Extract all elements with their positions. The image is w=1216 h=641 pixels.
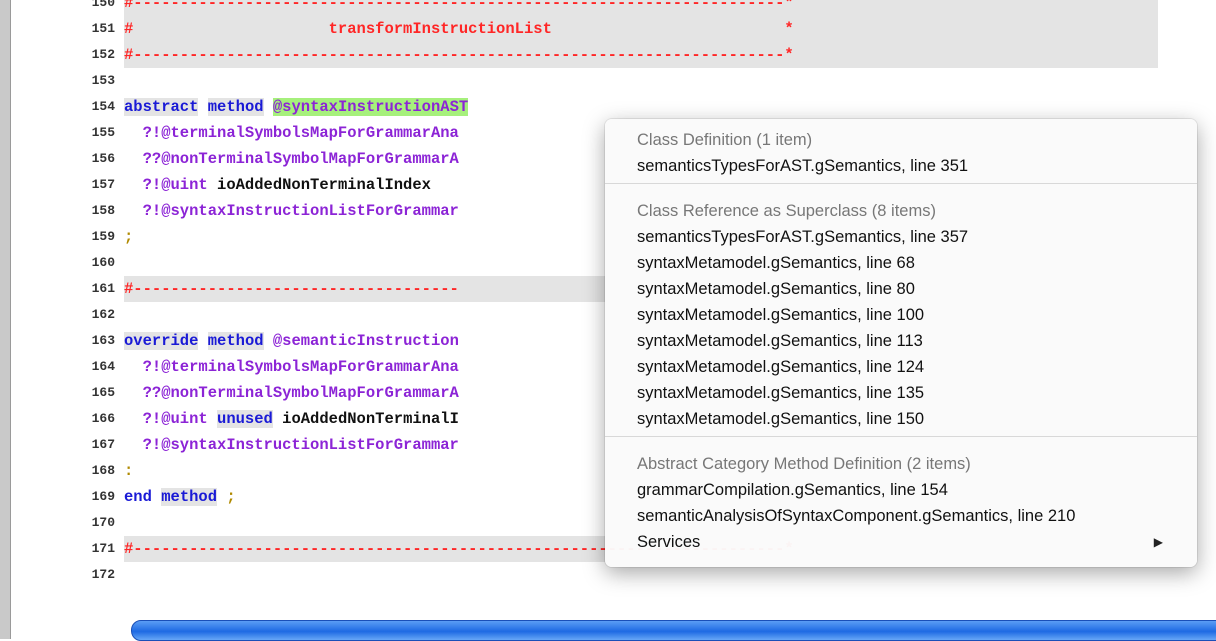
code-text: ??@nonTerminalSymbolMapForGrammarA (124, 146, 459, 172)
line-number: 172 (91, 567, 115, 582)
services-label: Services (637, 533, 701, 551)
code-token: : (124, 462, 134, 480)
menu-item[interactable]: semanticsTypesForAST.gSemantics, line 35… (637, 153, 968, 179)
code-token: ?!@terminalSymbolsMapForGrammarAna (124, 358, 459, 376)
menu-item[interactable]: syntaxMetamodel.gSemantics, line 100 (637, 302, 924, 328)
line-number: 154 (91, 99, 115, 114)
line-number: 153 (91, 73, 115, 88)
code-token: method (207, 332, 264, 350)
menu-item[interactable]: syntaxMetamodel.gSemantics, line 113 (637, 328, 923, 354)
code-token: override (124, 332, 199, 350)
menu-separator (605, 183, 1197, 184)
menu-item[interactable]: syntaxMetamodel.gSemantics, line 135 (637, 380, 924, 406)
menu-section-header: Abstract Category Method Definition (2 i… (637, 455, 971, 473)
services-menu-item[interactable]: Services ▶ (637, 529, 1181, 555)
code-text: ?!@syntaxInstructionListForGrammar (124, 432, 459, 458)
line-number: 163 (91, 333, 115, 348)
line-number: 165 (91, 385, 115, 400)
line-number: 156 (91, 151, 115, 166)
horizontal-scrollbar-thumb[interactable] (131, 620, 1216, 641)
code-token: unused (217, 410, 273, 428)
comment-text: #---------------------------------------… (124, 0, 794, 12)
line-number: 155 (91, 125, 115, 140)
menu-section-header: Class Reference as Superclass (8 items) (637, 202, 936, 220)
code-line[interactable]: 151 # transformInstructionList * (11, 16, 1216, 42)
line-number: 152 (91, 47, 115, 62)
code-text: #---------------------------------------… (124, 42, 794, 68)
line-number: 159 (91, 229, 115, 244)
code-text: ?!@terminalSymbolsMapForGrammarAna (124, 354, 459, 380)
window-left-edge (0, 0, 11, 639)
code-text: abstract method @syntaxInstructionAST (124, 94, 469, 120)
code-text: ?!@terminalSymbolsMapForGrammarAna (124, 120, 459, 146)
code-token: ioAddedNonTerminalI (272, 410, 459, 428)
line-number: 158 (91, 203, 115, 218)
code-token: ; (124, 228, 134, 246)
menu-item[interactable]: grammarCompilation.gSemantics, line 154 (637, 477, 948, 503)
comment-text: #---------------------------------------… (124, 46, 794, 64)
line-number: 169 (91, 489, 115, 504)
code-token: end (124, 488, 152, 506)
line-number: 166 (91, 411, 115, 426)
code-text: ?!@uint ioAddedNonTerminalIndex (124, 172, 431, 198)
code-text: : (124, 458, 133, 484)
line-number: 162 (91, 307, 115, 322)
code-token: ?!@uint (124, 410, 208, 428)
code-text: ??@nonTerminalSymbolMapForGrammarA (124, 380, 459, 406)
code-text: end method ; (124, 484, 236, 510)
line-number: 171 (91, 541, 115, 556)
code-line[interactable]: 150 #------------------------------------… (11, 0, 1216, 16)
code-token: @semanticInstruction (263, 332, 459, 350)
line-number: 150 (91, 0, 115, 10)
code-text: ?!@uint unused ioAddedNonTerminalI (124, 406, 459, 432)
code-text: override method @semanticInstruction (124, 328, 459, 354)
line-number: 157 (91, 177, 115, 192)
code-token: ??@nonTerminalSymbolMapForGrammarA (124, 384, 459, 402)
line-number: 151 (91, 21, 115, 36)
code-token: ioAddedNonTerminalIndex (207, 176, 431, 194)
code-token: ; (226, 488, 236, 506)
triangle-right-icon: ▶ (1153, 535, 1163, 549)
menu-separator (605, 436, 1197, 437)
code-token: method (207, 98, 264, 116)
line-number: 168 (91, 463, 115, 478)
menu-section-header: Class Definition (1 item) (637, 131, 813, 149)
code-token: ?!@syntaxInstructionListForGrammar (124, 436, 459, 454)
code-token: abstract (124, 98, 199, 116)
line-number: 161 (91, 281, 115, 296)
line-number: 170 (91, 515, 115, 530)
code-line[interactable]: 153 (11, 68, 1216, 94)
code-token: ?!@uint (124, 176, 208, 194)
code-text: #---------------------------------------… (124, 0, 794, 16)
menu-item[interactable]: semanticAnalysisOfSyntaxComponent.gSeman… (637, 503, 1075, 529)
code-token: ?!@syntaxInstructionListForGrammar (124, 202, 459, 220)
code-text: ; (124, 224, 133, 250)
code-text: ?!@syntaxInstructionListForGrammar (124, 198, 459, 224)
code-token: ?!@terminalSymbolsMapForGrammarAna (124, 124, 459, 142)
code-token: @syntaxInstructionAST (272, 98, 469, 116)
context-menu: Class Definition (1 item) semanticsTypesF… (605, 119, 1197, 567)
line-number: 167 (91, 437, 115, 452)
code-line[interactable]: 154 abstract method @syntaxInstructionAST (11, 94, 1216, 120)
code-text: #----------------------------------- (124, 276, 459, 302)
line-number: 164 (91, 359, 115, 374)
code-line[interactable]: 152 #------------------------------------… (11, 42, 1216, 68)
menu-item[interactable]: semanticsTypesForAST.gSemantics, line 35… (637, 224, 968, 250)
menu-item[interactable]: syntaxMetamodel.gSemantics, line 80 (637, 276, 915, 302)
comment-text: # transformInstructionList * (124, 20, 794, 38)
menu-item[interactable]: syntaxMetamodel.gSemantics, line 150 (637, 406, 924, 432)
menu-item[interactable]: syntaxMetamodel.gSemantics, line 68 (637, 250, 915, 276)
comment-text: #----------------------------------- (124, 280, 459, 298)
code-text: # transformInstructionList * (124, 16, 794, 42)
code-token: ??@nonTerminalSymbolMapForGrammarA (124, 150, 459, 168)
menu-item[interactable]: syntaxMetamodel.gSemantics, line 124 (637, 354, 924, 380)
code-token: method (161, 488, 218, 506)
line-number: 160 (91, 255, 115, 270)
